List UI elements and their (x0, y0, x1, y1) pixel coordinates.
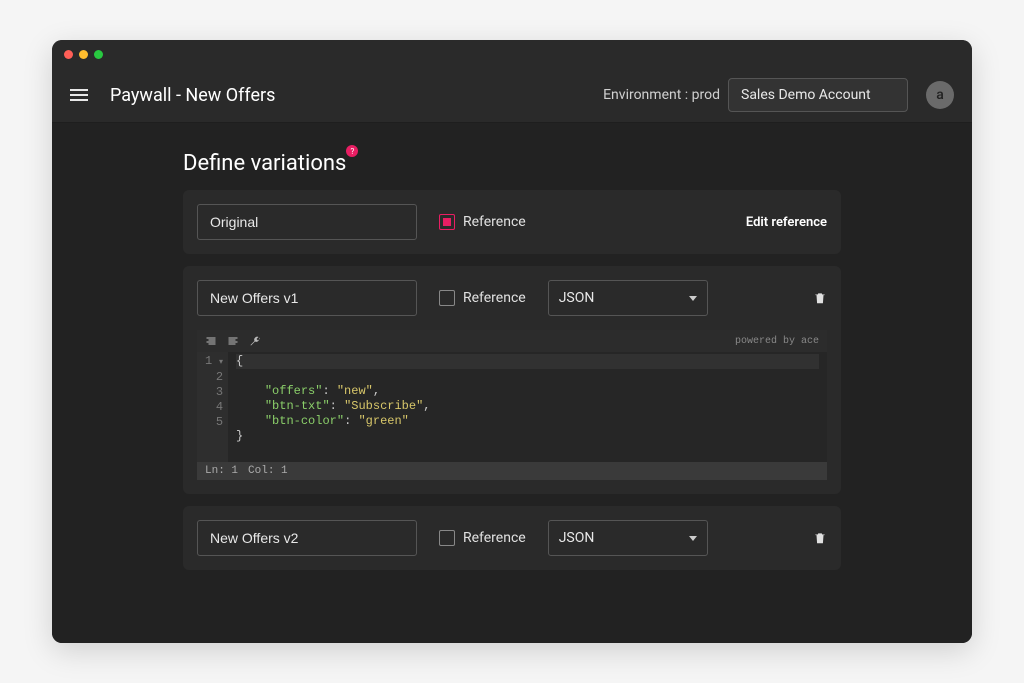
account-selector[interactable]: Sales Demo Account (728, 78, 908, 112)
variation-name-input[interactable] (197, 204, 417, 240)
indent-icon[interactable] (205, 335, 217, 347)
edit-reference-button[interactable]: Edit reference (746, 215, 827, 230)
delete-icon[interactable] (813, 531, 827, 545)
avatar-initial: a (936, 87, 944, 103)
variation-type-select[interactable]: JSON (548, 520, 708, 556)
variation-type-value: JSON (559, 290, 595, 306)
variation-name-input[interactable] (197, 280, 417, 316)
account-selected-value: Sales Demo Account (741, 87, 871, 103)
wrench-icon[interactable] (249, 335, 261, 347)
outdent-icon[interactable] (227, 335, 239, 347)
variation-card: Reference JSON powered by ace (183, 266, 841, 494)
reference-checkbox[interactable] (439, 530, 455, 546)
help-icon[interactable]: ? (346, 145, 358, 157)
environment-label: Environment : prod (603, 87, 720, 103)
editor-powered-by: powered by ace (735, 336, 819, 347)
variation-type-value: JSON (559, 530, 595, 546)
menu-icon[interactable] (70, 89, 88, 101)
editor-code[interactable]: { "offers": "new", "btn-txt": "Subscribe… (228, 352, 827, 462)
app-window: Paywall - New Offers Environment : prod … (52, 40, 972, 643)
reference-label: Reference (463, 214, 526, 230)
editor-toolbar: powered by ace (197, 330, 827, 352)
section-title-text: Define variations (183, 151, 346, 176)
editor-status-col: Col: 1 (248, 465, 288, 477)
minimize-window-icon[interactable] (79, 50, 88, 59)
editor-gutter: 1 ▾2345 (197, 352, 228, 462)
section-title: Define variations ? (183, 151, 346, 176)
close-window-icon[interactable] (64, 50, 73, 59)
variation-type-select[interactable]: JSON (548, 280, 708, 316)
reference-label: Reference (463, 290, 526, 306)
editor-status-bar: Ln: 1 Col: 1 (197, 462, 827, 480)
app-toolbar: Paywall - New Offers Environment : prod … (52, 68, 972, 123)
reference-label: Reference (463, 530, 526, 546)
variation-card: Reference JSON (183, 506, 841, 570)
page-title: Paywall - New Offers (110, 85, 275, 106)
variation-name-input[interactable] (197, 520, 417, 556)
maximize-window-icon[interactable] (94, 50, 103, 59)
variation-card: Reference Edit reference (183, 190, 841, 254)
section-header: Define variations ? (68, 141, 956, 190)
window-titlebar (52, 40, 972, 68)
reference-checkbox[interactable] (439, 214, 455, 230)
chevron-down-icon (689, 536, 697, 541)
delete-icon[interactable] (813, 291, 827, 305)
reference-checkbox[interactable] (439, 290, 455, 306)
avatar[interactable]: a (926, 81, 954, 109)
editor-body[interactable]: 1 ▾2345 { "offers": "new", "btn-txt": "S… (197, 352, 827, 462)
editor-status-line: Ln: 1 (205, 465, 238, 477)
json-editor[interactable]: powered by ace 1 ▾2345 { "offers": "new"… (197, 330, 827, 480)
chevron-down-icon (689, 296, 697, 301)
content-area: Define variations ? Reference Edit refer… (52, 123, 972, 643)
